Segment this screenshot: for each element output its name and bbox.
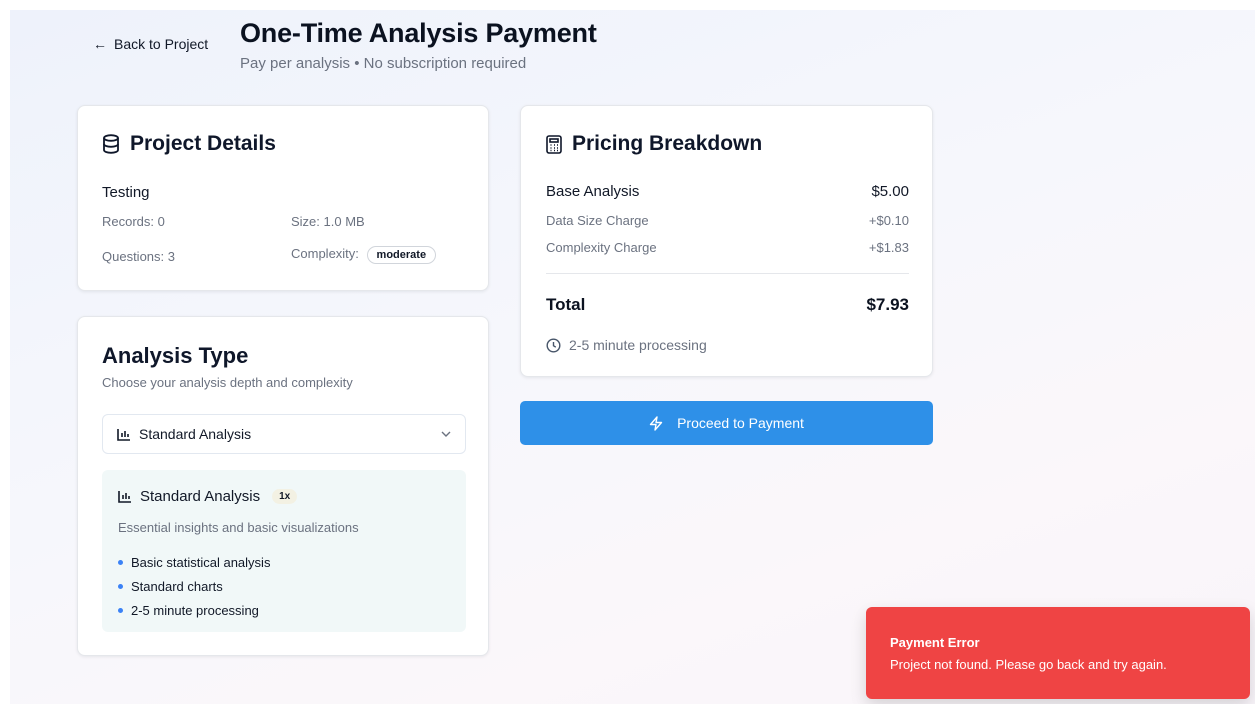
analysis-detail-heading: Standard Analysis 1x bbox=[118, 488, 298, 505]
complexity-charge-value: +$1.83 bbox=[868, 240, 909, 255]
selected-analysis-type: Standard Analysis bbox=[139, 426, 252, 442]
processing-time: 2-5 minute processing bbox=[546, 337, 707, 353]
analysis-type-title: Analysis Type bbox=[102, 343, 249, 368]
base-analysis-value: $5.00 bbox=[871, 183, 909, 200]
complexity-charge-row: Complexity Charge +$1.83 bbox=[546, 240, 909, 255]
feature-item: Standard charts bbox=[118, 574, 270, 598]
feature-item: 2-5 minute processing bbox=[118, 598, 270, 622]
data-size-label: Data Size Charge bbox=[546, 213, 649, 228]
bar-chart-icon bbox=[118, 490, 132, 503]
project-size: Size: 1.0 MB bbox=[291, 214, 365, 229]
payment-page: ← Back to Project One-Time Analysis Paym… bbox=[0, 0, 1255, 704]
processing-time-label: 2-5 minute processing bbox=[569, 337, 707, 353]
feature-text: Basic statistical analysis bbox=[131, 554, 271, 570]
base-analysis-label: Base Analysis bbox=[546, 183, 640, 200]
divider bbox=[546, 273, 909, 274]
questions-count: Questions: 3 bbox=[102, 249, 175, 264]
project-name: Testing bbox=[102, 184, 150, 201]
proceed-to-payment-button[interactable]: Proceed to Payment bbox=[520, 401, 933, 445]
bullet-icon bbox=[118, 559, 123, 565]
analysis-detail-name: Standard Analysis bbox=[140, 488, 261, 505]
base-analysis-row: Base Analysis $5.00 bbox=[546, 183, 909, 200]
toast-title: Payment Error bbox=[890, 635, 980, 650]
pricing-breakdown-heading: Pricing Breakdown bbox=[546, 132, 762, 156]
total-value: $7.93 bbox=[866, 295, 909, 314]
project-details-card: Project Details Testing Records: 0 Size:… bbox=[77, 105, 489, 291]
page-subtitle: Pay per analysis • No subscription requi… bbox=[240, 55, 527, 72]
feature-text: Standard charts bbox=[131, 578, 223, 594]
toast-message: Project not found. Please go back and tr… bbox=[890, 657, 1167, 672]
chevron-down-icon bbox=[441, 431, 451, 437]
multiplier-badge: 1x bbox=[272, 489, 298, 504]
analysis-type-description: Choose your analysis depth and complexit… bbox=[102, 375, 353, 390]
pricing-breakdown-card: Pricing Breakdown Base Analysis $5.00 Da… bbox=[520, 105, 933, 377]
page-title: One-Time Analysis Payment bbox=[240, 18, 597, 48]
complexity-badge: moderate bbox=[366, 246, 437, 264]
records-count: Records: 0 bbox=[102, 214, 165, 229]
zap-icon bbox=[649, 415, 663, 431]
complexity-info: Complexity: moderate bbox=[291, 246, 437, 264]
project-details-title: Project Details bbox=[130, 132, 276, 155]
analysis-detail-description: Essential insights and basic visualizati… bbox=[118, 520, 359, 535]
feature-item: Basic statistical analysis bbox=[118, 550, 270, 574]
pricing-breakdown-title: Pricing Breakdown bbox=[572, 132, 763, 155]
total-row: Total $7.93 bbox=[546, 295, 909, 315]
complexity-label: Complexity: bbox=[291, 246, 359, 261]
total-label: Total bbox=[546, 295, 586, 314]
back-link-label: Back to Project bbox=[114, 36, 209, 52]
bullet-icon bbox=[118, 583, 123, 589]
complexity-charge-label: Complexity Charge bbox=[546, 240, 657, 255]
analysis-detail-panel: Standard Analysis 1x Essential insights … bbox=[102, 470, 466, 632]
feature-list: Basic statistical analysis Standard char… bbox=[118, 550, 270, 622]
analysis-type-select[interactable]: Standard Analysis bbox=[102, 414, 466, 454]
bullet-icon bbox=[118, 607, 123, 613]
data-size-value: +$0.10 bbox=[868, 213, 909, 228]
analysis-type-card: Analysis Type Choose your analysis depth… bbox=[77, 316, 489, 656]
back-to-project-link[interactable]: ← Back to Project bbox=[93, 36, 208, 52]
proceed-to-payment-label: Proceed to Payment bbox=[677, 415, 804, 431]
payment-error-toast[interactable]: Payment Error Project not found. Please … bbox=[866, 607, 1250, 699]
project-details-heading: Project Details bbox=[102, 132, 276, 156]
clock-icon bbox=[546, 337, 561, 353]
feature-text: 2-5 minute processing bbox=[131, 602, 259, 618]
arrow-left-icon: ← bbox=[93, 36, 107, 52]
calculator-icon bbox=[546, 134, 562, 154]
data-size-row: Data Size Charge +$0.10 bbox=[546, 213, 909, 228]
bar-chart-icon bbox=[117, 428, 131, 441]
database-icon bbox=[102, 134, 120, 154]
